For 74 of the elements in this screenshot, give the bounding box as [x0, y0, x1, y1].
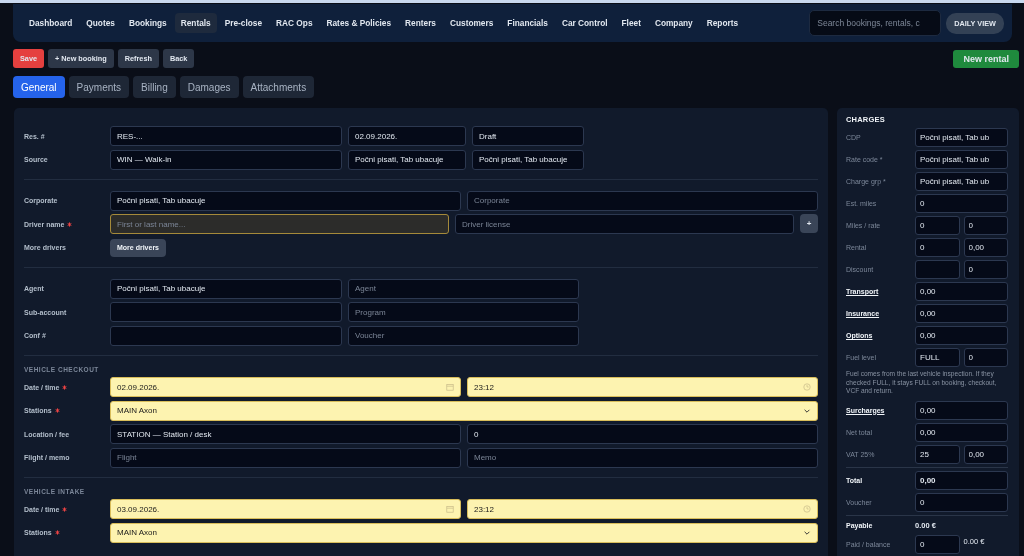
- calendar-icon: [446, 383, 454, 391]
- amount-input[interactable]: 0,00: [915, 470, 1008, 490]
- nav-tab[interactable]: Rentals: [174, 13, 217, 33]
- tab[interactable]: Damages: [179, 76, 239, 98]
- amount-input[interactable]: 0: [915, 216, 960, 235]
- nav-tab[interactable]: Company: [648, 13, 699, 33]
- amount-input[interactable]: 0: [915, 492, 1008, 512]
- tab[interactable]: Attachments: [242, 76, 315, 98]
- nav-tab[interactable]: Renters: [399, 13, 442, 33]
- amount-input[interactable]: Počni pisati, Tab ub: [915, 172, 1008, 191]
- nav-tab[interactable]: Car Control: [555, 13, 614, 33]
- nav-tab[interactable]: Customers: [444, 13, 500, 33]
- amount-input[interactable]: [915, 260, 960, 279]
- tab[interactable]: Billing: [133, 76, 176, 98]
- amount-input[interactable]: Počni pisati, Tab ub: [915, 128, 1008, 147]
- amount-input[interactable]: 0: [915, 194, 1008, 213]
- text-input[interactable]: Počni pisati, Tab ubacuje: [110, 190, 461, 211]
- amount-input[interactable]: 0,00: [963, 444, 1008, 464]
- nav-tab[interactable]: Reports: [700, 13, 745, 33]
- tab[interactable]: General: [13, 76, 65, 98]
- nav-tab[interactable]: Bookings: [122, 13, 173, 33]
- text-input[interactable]: Voucher: [348, 325, 579, 346]
- text-input[interactable]: Flight: [110, 447, 461, 468]
- text-input[interactable]: STATION — Station / desk: [110, 424, 461, 444]
- text-input[interactable]: 02.09.2026.: [348, 126, 466, 146]
- nav-tab[interactable]: Dashboard: [23, 13, 79, 33]
- calendar-icon: [446, 505, 454, 513]
- add-button[interactable]: +: [800, 214, 818, 233]
- text-input[interactable]: Agent: [348, 278, 579, 299]
- text-input[interactable]: First or last name...: [110, 214, 449, 234]
- new-rental-button[interactable]: New rental: [953, 49, 1019, 68]
- search-field[interactable]: Search bookings, rentals, c: [809, 10, 942, 36]
- clock-icon: [803, 383, 811, 391]
- text-input[interactable]: Počni pisati, Tab ubacuje: [110, 278, 342, 299]
- amount-input[interactable]: 0,00: [915, 422, 1008, 442]
- amount-input[interactable]: 0: [915, 238, 960, 257]
- date-field[interactable]: 02.09.2026.: [110, 377, 461, 397]
- amount-input[interactable]: 0,00: [915, 282, 1008, 301]
- station-select[interactable]: MAIN Axon: [110, 400, 818, 421]
- text-input[interactable]: Počni pisati, Tab ubacuje: [472, 149, 584, 170]
- amount-input[interactable]: 0,00: [915, 326, 1008, 345]
- amount-input[interactable]: FULL: [915, 348, 960, 367]
- text-input[interactable]: [110, 302, 342, 322]
- text-input[interactable]: Driver license: [455, 214, 794, 234]
- text-input[interactable]: Corporate: [467, 190, 818, 211]
- nav-tab[interactable]: RAC Ops: [270, 13, 319, 33]
- text-input[interactable]: Počni pisati, Tab ubacuje: [348, 149, 466, 170]
- text-input[interactable]: Draft: [472, 126, 584, 146]
- nav-tab[interactable]: Fleet: [615, 13, 647, 33]
- amount-input[interactable]: 0,00: [915, 304, 1008, 323]
- nav-tab[interactable]: Financials: [501, 13, 554, 33]
- nav-tab[interactable]: Quotes: [80, 13, 121, 33]
- date-field[interactable]: 03.09.2026.: [110, 499, 461, 519]
- amount-input[interactable]: 0,00: [915, 400, 1008, 420]
- text-input[interactable]: Program: [348, 302, 579, 322]
- amount-input[interactable]: 0: [963, 348, 1008, 367]
- time-field[interactable]: 23:12: [467, 499, 818, 519]
- text-input[interactable]: RES-...: [110, 126, 342, 146]
- time-field[interactable]: 23:12: [467, 377, 818, 397]
- tab[interactable]: Payments: [68, 76, 130, 98]
- station-select[interactable]: MAIN Axon: [110, 522, 818, 543]
- amount-input[interactable]: 0: [963, 260, 1008, 279]
- text-input[interactable]: Memo: [467, 447, 818, 468]
- amount-input[interactable]: Počni pisati, Tab ub: [915, 150, 1008, 169]
- text-input[interactable]: 0: [467, 424, 818, 444]
- nav-tab[interactable]: Rates & Policies: [320, 13, 398, 33]
- clock-icon: [803, 505, 811, 513]
- text-input[interactable]: [110, 325, 342, 346]
- amount-input[interactable]: 0,00: [963, 238, 1008, 257]
- nav-tab[interactable]: Pre-close: [218, 13, 269, 33]
- amount-input[interactable]: 0: [915, 534, 960, 554]
- amount-input[interactable]: 0: [963, 216, 1008, 235]
- text-input[interactable]: WIN — Walk-in: [110, 149, 342, 170]
- amount-input[interactable]: 25: [915, 444, 960, 464]
